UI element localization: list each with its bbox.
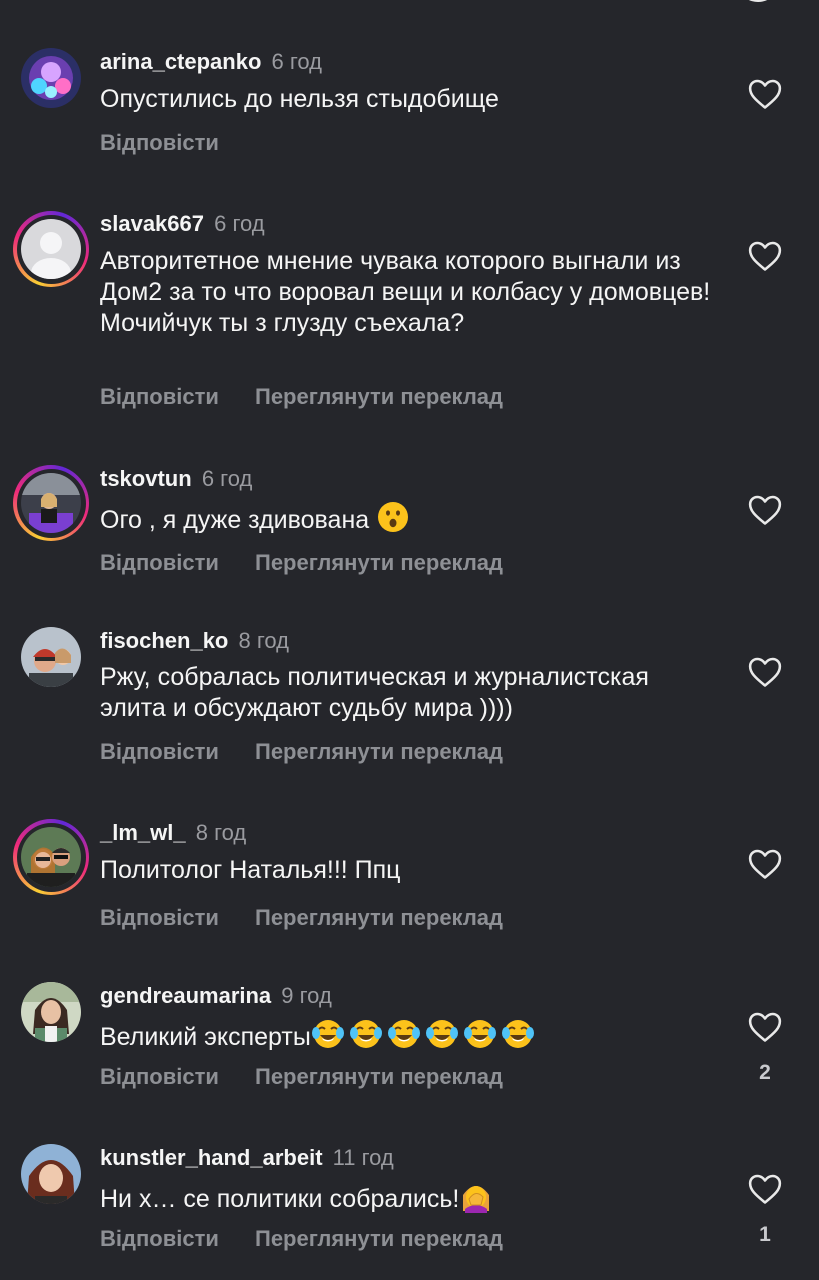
username[interactable]: fisochen_ko	[100, 628, 228, 653]
comment-actions: Відповісти Переглянути переклад	[100, 1226, 503, 1252]
comment-text: Ого , я дуже здивована	[100, 500, 720, 542]
username[interactable]: slavak667	[100, 211, 204, 236]
translate-button[interactable]: Переглянути переклад	[255, 1064, 503, 1090]
avatar[interactable]	[13, 819, 89, 895]
username[interactable]: gendreaumarina	[100, 983, 271, 1008]
reply-button[interactable]: Відповісти	[100, 739, 219, 765]
comment-text: Политолог Наталья!!! Ппц	[100, 856, 401, 884]
timestamp: 9 год	[281, 983, 332, 1008]
timestamp: 8 год	[238, 628, 289, 653]
avatar[interactable]	[13, 974, 89, 1050]
comment-meta: kunstler_hand_arbeit 11 год	[100, 1144, 394, 1172]
heart-icon[interactable]	[748, 494, 782, 526]
username[interactable]: _lm_wl_	[100, 820, 186, 845]
avatar[interactable]	[13, 211, 89, 287]
comment-text: Опустились до нельзя стыдобище	[100, 85, 499, 113]
translate-button[interactable]: Переглянути переклад	[255, 739, 503, 765]
like-count[interactable]: 2	[745, 1061, 785, 1085]
avatar[interactable]	[13, 465, 89, 541]
woman-facepalming-emoji	[459, 1179, 493, 1221]
comment-meta: tskovtun 6 год	[100, 465, 252, 493]
avatar[interactable]	[13, 1136, 89, 1212]
timestamp: 8 год	[195, 820, 247, 845]
reply-button[interactable]: Відповісти	[100, 384, 219, 410]
comment-actions: Відповісти Переглянути переклад	[100, 739, 503, 765]
reply-button[interactable]: Відповісти	[100, 905, 219, 931]
timestamp: 11 год	[332, 1145, 394, 1170]
heart-icon[interactable]	[748, 78, 782, 110]
translate-button[interactable]: Переглянути переклад	[255, 1226, 503, 1252]
comment-actions: Відповісти Переглянути переклад	[100, 384, 503, 410]
comment-text: Ни х… се политики собрались!	[100, 1179, 720, 1221]
top-icon-partial[interactable]	[742, 0, 774, 2]
comment-actions: Відповісти Переглянути переклад	[100, 550, 503, 576]
heart-icon[interactable]	[748, 848, 782, 880]
comment-meta: _lm_wl_ 8 год	[100, 819, 246, 847]
comment-text: Великий эксперты	[100, 1017, 720, 1059]
username[interactable]: arina_ctepanko	[100, 49, 261, 74]
heart-icon[interactable]	[748, 1173, 782, 1205]
reply-button[interactable]: Відповісти	[100, 550, 219, 576]
avatar[interactable]	[13, 619, 89, 695]
heart-icon[interactable]	[748, 656, 782, 688]
comment-meta: fisochen_ko 8 год	[100, 627, 289, 655]
comment-actions: Відповісти	[100, 130, 219, 156]
translate-button[interactable]: Переглянути переклад	[255, 550, 503, 576]
heart-icon[interactable]	[748, 240, 782, 272]
timestamp: 6 год	[201, 466, 253, 491]
comment-meta: gendreaumarina 9 год	[100, 982, 332, 1010]
timestamp: 6 год	[271, 49, 323, 74]
reply-button[interactable]: Відповісти	[100, 1226, 219, 1252]
like-count[interactable]: 1	[745, 1223, 785, 1247]
comment-text: Авторитетное мнение чувака которого выгн…	[100, 247, 711, 337]
username[interactable]: tskovtun	[100, 466, 192, 491]
translate-button[interactable]: Переглянути переклад	[255, 905, 503, 931]
hushed-face-emoji	[376, 500, 410, 542]
username[interactable]: kunstler_hand_arbeit	[100, 1145, 323, 1170]
reply-button[interactable]: Відповісти	[100, 130, 219, 156]
comment-meta: slavak667 6 год	[100, 210, 265, 238]
tears-of-joy-emoji	[311, 1017, 537, 1059]
avatar[interactable]	[13, 40, 89, 116]
heart-icon[interactable]	[748, 1011, 782, 1043]
comment-actions: Відповісти Переглянути переклад	[100, 905, 503, 931]
comment-actions: Відповісти Переглянути переклад	[100, 1064, 503, 1090]
comment-text: Ржу, собралась политическая и журналистс…	[100, 663, 649, 722]
reply-button[interactable]: Відповісти	[100, 1064, 219, 1090]
comment-meta: arina_ctepanko 6 год	[100, 48, 322, 76]
timestamp: 6 год	[214, 211, 265, 236]
translate-button[interactable]: Переглянути переклад	[255, 384, 503, 410]
